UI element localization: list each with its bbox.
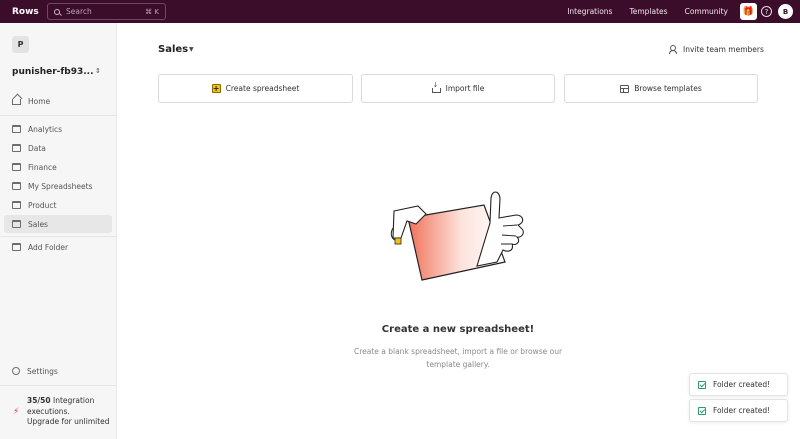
workspace-avatar[interactable]: P [12, 36, 29, 53]
workspace-name[interactable]: punisher-fb93... [12, 67, 94, 77]
usage-count: 35/50 [27, 396, 51, 405]
import-file-button[interactable]: Import file [361, 74, 555, 103]
top-nav: Integrations Templates Community [567, 0, 728, 23]
sidebar-item-label: Sales [28, 219, 48, 229]
help-icon: ? [764, 7, 769, 16]
nav-integrations[interactable]: Integrations [567, 7, 612, 16]
toast-label: Folder created! [713, 380, 771, 389]
sidebar-item-sales[interactable]: Sales [4, 215, 112, 233]
chevron-down-icon[interactable]: ▼ [189, 46, 194, 53]
usage-panel: ⚡ 35/50 Integration executions. Upgrade … [0, 385, 116, 439]
check-icon [698, 380, 706, 389]
app-logo[interactable]: Rows [12, 7, 47, 17]
sidebar-item-analytics[interactable]: Analytics [4, 120, 112, 138]
divider [0, 236, 116, 237]
plus-icon: + [211, 84, 221, 93]
add-folder-icon [12, 243, 21, 251]
help-button[interactable]: ? [761, 6, 772, 17]
gift-icon: 🎁 [742, 6, 755, 17]
thumbs-up-illustration [390, 191, 524, 281]
check-icon [698, 406, 706, 415]
sidebar-item-label: Product [28, 200, 57, 210]
template-icon [620, 84, 630, 93]
workspace-switcher-icon[interactable]: ⇕ [95, 67, 101, 75]
nav-community[interactable]: Community [685, 7, 728, 16]
search-shortcut: ⌘ K [145, 7, 159, 16]
page-title[interactable]: Sales [158, 44, 188, 55]
home-icon [12, 99, 21, 105]
folder-icon [12, 182, 21, 190]
sidebar-item-label: Data [28, 143, 46, 153]
divider [0, 115, 116, 116]
user-avatar[interactable]: B [778, 4, 793, 19]
sidebar-item-data[interactable]: Data [4, 139, 112, 157]
add-user-icon [669, 45, 678, 54]
invite-button[interactable]: Invite team members [669, 45, 764, 54]
sidebar-item-label: Analytics [28, 124, 63, 134]
action-label: Browse templates [634, 84, 702, 93]
sidebar-item-label: My Spreadsheets [28, 181, 93, 191]
search-icon [54, 8, 60, 15]
invite-label: Invite team members [683, 45, 764, 54]
folder-icon [12, 125, 21, 133]
toast-notification[interactable]: Folder created! [689, 399, 788, 422]
create-spreadsheet-button[interactable]: + Create spreadsheet [158, 74, 353, 103]
folder-icon [12, 144, 21, 152]
search-placeholder: Search [66, 7, 92, 16]
gear-icon [12, 367, 20, 375]
sidebar-item-label: Finance [28, 162, 57, 172]
sidebar-item-home[interactable]: Home [4, 92, 112, 110]
upgrade-link[interactable]: Upgrade for unlimited [27, 417, 110, 426]
folder-icon [12, 201, 21, 209]
folder-icon [12, 220, 21, 228]
toast-label: Folder created! [713, 406, 771, 415]
empty-state-description: Create a blank spreadsheet, import a fil… [353, 347, 563, 369]
sidebar-item-label: Home [28, 96, 51, 106]
sidebar: P punisher-fb93... ⇕ Home Analytics Data… [0, 23, 117, 439]
nav-templates[interactable]: Templates [629, 7, 667, 16]
import-icon [431, 81, 441, 93]
folder-icon [12, 163, 21, 171]
sidebar-item-my-spreadsheets[interactable]: My Spreadsheets [4, 177, 112, 195]
sidebar-item-label: Add Folder [28, 242, 69, 252]
search-input[interactable]: Search ⌘ K [47, 3, 166, 20]
sidebar-item-settings[interactable]: Settings [4, 362, 112, 380]
toast-notification[interactable]: Folder created! [689, 373, 788, 396]
action-label: Import file [445, 84, 485, 93]
bolt-icon: ⚡ [13, 407, 20, 417]
browse-templates-button[interactable]: Browse templates [564, 74, 758, 103]
sidebar-item-finance[interactable]: Finance [4, 158, 112, 176]
action-label: Create spreadsheet [225, 84, 300, 93]
gift-button[interactable]: 🎁 [740, 3, 757, 20]
empty-state-title: Create a new spreadsheet! [381, 324, 535, 335]
sidebar-item-label: Settings [27, 366, 58, 376]
add-folder-button[interactable]: Add Folder [4, 238, 112, 256]
usage-text: 35/50 Integration executions. Upgrade fo… [27, 396, 112, 428]
sidebar-item-product[interactable]: Product [4, 196, 112, 214]
